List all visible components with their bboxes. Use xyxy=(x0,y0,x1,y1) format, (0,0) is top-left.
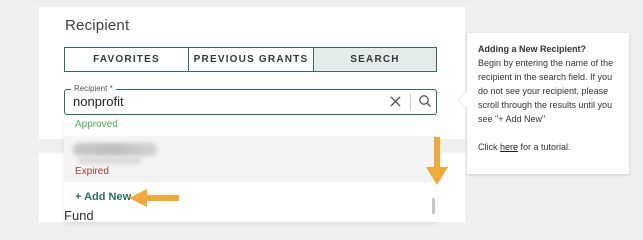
tooltip-footer-prefix: Click xyxy=(478,142,500,152)
status-approved: Approved xyxy=(75,119,118,130)
tooltip-footer: Click here for a tutorial. xyxy=(478,140,619,154)
recipient-field-label: Recipient * xyxy=(71,84,116,94)
tutorial-link[interactable]: here xyxy=(500,142,518,152)
result-item-expired[interactable]: Expired xyxy=(64,136,437,182)
arrow-left-annotation-icon xyxy=(129,189,179,207)
tab-search[interactable]: SEARCH xyxy=(314,48,436,71)
recipient-input[interactable] xyxy=(73,94,373,109)
redacted-recipient-detail xyxy=(78,157,142,164)
clear-icon[interactable] xyxy=(389,95,402,108)
redacted-recipient-name xyxy=(73,143,157,156)
status-expired: Expired xyxy=(75,166,109,177)
dropdown-scrollbar[interactable] xyxy=(432,198,435,214)
tooltip-title: Adding a New Recipient? xyxy=(478,44,587,54)
search-icon[interactable] xyxy=(418,94,432,108)
result-item-approved[interactable]: Approved xyxy=(64,116,437,134)
add-new-label: + Add New xyxy=(75,191,132,203)
recipient-results-dropdown: Approved Expired + Add New xyxy=(64,116,437,222)
tab-previous-grants[interactable]: PREVIOUS GRANTS xyxy=(189,48,314,71)
recipient-search-field: Recipient * xyxy=(64,84,437,115)
fund-section-title: Fund xyxy=(64,208,94,223)
tooltip-body: Begin by entering the name of the recipi… xyxy=(478,58,614,124)
tooltip-footer-suffix: for a tutorial. xyxy=(518,142,571,152)
recipient-section-title: Recipient xyxy=(65,17,130,34)
arrow-down-annotation-icon xyxy=(426,137,448,185)
add-new-recipient-option[interactable]: + Add New xyxy=(64,186,437,210)
field-divider xyxy=(410,94,411,110)
tab-favorites[interactable]: FAVORITES xyxy=(65,48,189,71)
recipient-tabs: FAVORITES PREVIOUS GRANTS SEARCH xyxy=(64,47,437,72)
help-tooltip: Adding a New Recipient? Begin by enterin… xyxy=(458,33,629,174)
